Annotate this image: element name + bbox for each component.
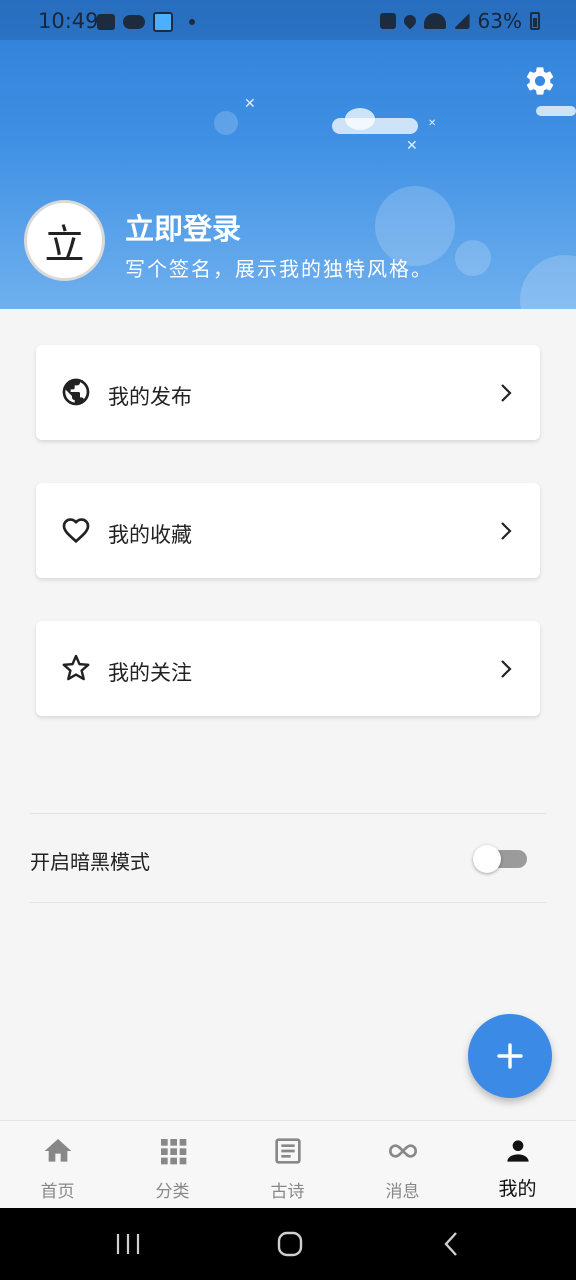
person-icon — [507, 1140, 529, 1162]
grid-icon — [161, 1139, 187, 1165]
status-bar: 10:49 63% — [0, 0, 576, 40]
nav-poems[interactable]: 古诗 — [230, 1121, 345, 1209]
nav-label: 古诗 — [270, 1182, 305, 1202]
signature-text[interactable]: 写个签名，展示我的独特风格。 — [125, 253, 433, 282]
divider — [30, 902, 546, 903]
plus-icon — [497, 1043, 523, 1069]
heart-icon — [62, 518, 90, 544]
globe-icon — [62, 378, 90, 406]
settings-button[interactable] — [523, 64, 557, 98]
decor-bubble — [214, 111, 238, 135]
location-icon — [401, 12, 419, 30]
infinity-icon — [388, 1144, 418, 1158]
signal-icon — [453, 13, 470, 29]
nav-label: 分类 — [155, 1182, 190, 1202]
avatar-char: 立 — [44, 221, 85, 268]
nav-label: 我的 — [498, 1178, 537, 1200]
nav-label: 首页 — [40, 1182, 75, 1202]
menu-item-label: 我的收藏 — [108, 523, 192, 547]
mute-icon — [379, 13, 396, 29]
chevron-right-icon — [501, 384, 512, 402]
nav-label: 消息 — [385, 1182, 420, 1202]
profile-header: ✕ ✕ ✕ 10:49 63% 立 立即登录 写个签名，展示我的独特风格。 — [0, 0, 576, 309]
chevron-right-icon — [501, 522, 512, 540]
decor-cloud — [345, 108, 375, 130]
menu-item-my-posts[interactable]: 我的发布 — [36, 345, 540, 440]
decor-bubble — [455, 240, 491, 276]
gear-icon — [526, 67, 554, 95]
bottom-nav: 首页 分类 古诗 消息 我的 — [0, 1120, 576, 1208]
menu-item-label: 我的关注 — [108, 661, 192, 685]
system-nav-bar — [0, 1208, 576, 1280]
battery-icon — [530, 12, 540, 30]
dark-mode-toggle[interactable] — [473, 845, 527, 873]
decor-cloud — [536, 106, 576, 116]
nav-category[interactable]: 分类 — [115, 1121, 230, 1209]
divider — [30, 813, 546, 814]
cat-icon — [123, 15, 145, 29]
decor-plane: ✕ — [244, 96, 256, 112]
status-time: 10:49 — [38, 9, 99, 33]
decor-plane: ✕ — [406, 138, 418, 154]
decor-bubble — [520, 255, 576, 309]
nav-mine[interactable]: 我的 — [460, 1121, 575, 1209]
toggle-knob — [473, 845, 501, 873]
star-icon — [62, 654, 90, 681]
nav-messages[interactable]: 消息 — [345, 1121, 460, 1209]
back-icon[interactable] — [438, 1230, 466, 1258]
dot-icon — [189, 19, 195, 25]
home-button-icon[interactable] — [276, 1230, 304, 1258]
menu-item-label: 我的发布 — [108, 385, 192, 409]
wifi-icon — [423, 13, 446, 29]
home-icon — [44, 1139, 72, 1162]
chevron-right-icon — [501, 660, 512, 678]
decor-plane: ✕ — [428, 118, 437, 129]
battery-percent: 63% — [477, 9, 522, 33]
dark-mode-label: 开启暗黑模式 — [30, 850, 150, 874]
avatar[interactable]: 立 — [24, 200, 105, 281]
home-wifi-icon — [153, 12, 173, 32]
image-icon — [97, 14, 115, 30]
add-button[interactable] — [468, 1014, 552, 1098]
nav-home[interactable]: 首页 — [0, 1121, 115, 1209]
recent-apps-icon[interactable] — [114, 1230, 142, 1258]
article-icon — [275, 1138, 301, 1164]
login-button[interactable]: 立即登录 — [125, 206, 241, 248]
menu-item-my-favorites[interactable]: 我的收藏 — [36, 483, 540, 578]
menu-item-my-follows[interactable]: 我的关注 — [36, 621, 540, 716]
